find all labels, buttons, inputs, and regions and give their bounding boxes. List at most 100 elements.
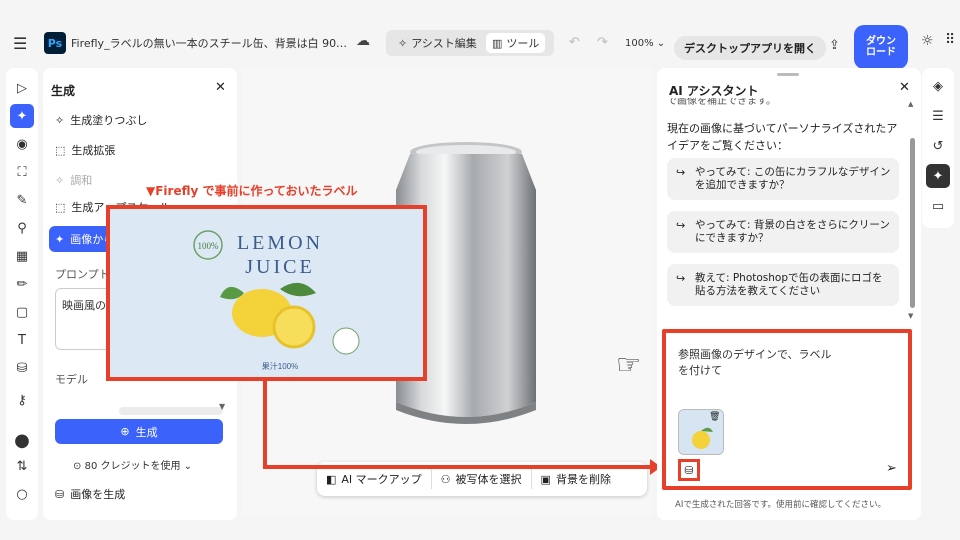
ai-panel-title: AI アシスタント bbox=[669, 84, 759, 98]
menu-icon[interactable]: ☰ bbox=[13, 34, 27, 53]
eyedropper-tool-icon[interactable]: ⚷ bbox=[10, 388, 34, 412]
product-text: JUICE bbox=[245, 256, 314, 278]
annotation-arrow bbox=[263, 381, 267, 469]
generate-button-label: 生成 bbox=[135, 425, 158, 439]
prompt-label: プロンプト bbox=[55, 268, 110, 281]
lemon-juice-label-art: 100% LEMON JUICE 果汁100% bbox=[110, 209, 423, 377]
generative-fill-icon: ✧ bbox=[55, 113, 65, 127]
ai-markup-icon: ◧ bbox=[326, 472, 337, 486]
harmonize-label: 調和 bbox=[70, 174, 93, 187]
swap-colors-icon[interactable]: ⇅ bbox=[10, 454, 34, 478]
generate-image-icon: ⛁ bbox=[55, 487, 65, 501]
foreground-color-icon[interactable]: ● bbox=[10, 428, 34, 452]
model-select[interactable] bbox=[119, 407, 223, 415]
drag-handle[interactable] bbox=[777, 73, 799, 76]
undo-icon[interactable]: ↶ bbox=[569, 35, 580, 50]
close-icon[interactable]: ✕ bbox=[899, 80, 910, 95]
send-icon[interactable]: ➢ bbox=[886, 461, 897, 476]
harmonize-icon: ✧ bbox=[55, 173, 65, 187]
photoshop-logo[interactable]: Ps bbox=[44, 32, 66, 54]
share-icon[interactable]: ⇪ bbox=[829, 38, 840, 53]
scroll-down-icon[interactable]: ▼ bbox=[219, 402, 225, 411]
ai-assistant-panel: AI アシスタント ✕ で画像を補正できます。 ▲ ▼ 現在の画像に基づいてパー… bbox=[657, 68, 921, 520]
mode-switcher: ✧ アシスト編集 ▥ ツール bbox=[386, 30, 554, 56]
generate-image-item[interactable]: ⛁ 画像を生成 bbox=[55, 486, 125, 502]
badge-text: 100% bbox=[198, 241, 220, 251]
generative-expand-icon: ⬚ bbox=[55, 143, 66, 157]
scroll-down-icon[interactable]: ▼ bbox=[908, 312, 913, 320]
generative-fill-label: 生成塗りつぶし bbox=[70, 114, 148, 127]
trash-icon[interactable]: 🗑 bbox=[709, 412, 720, 422]
history-icon[interactable]: ↺ bbox=[926, 134, 950, 158]
top-bar: ☰ Ps Firefly_ラベルの無い一本のスチール缶、背景は白 90… ☁ ✧… bbox=[0, 0, 960, 69]
generate-button[interactable]: ⊕ 生成 bbox=[55, 419, 223, 444]
ai-assistant-icon[interactable]: ✦ bbox=[926, 164, 950, 188]
zoom-dropdown[interactable]: 100% ⌄ bbox=[625, 38, 665, 49]
pen-tool-icon[interactable]: ✏ bbox=[10, 272, 34, 296]
image-tool-icon[interactable]: ⛁ bbox=[10, 356, 34, 380]
model-label: モデル bbox=[55, 373, 88, 386]
assist-edit-label: アシスト編集 bbox=[411, 37, 477, 50]
suggestion-item[interactable]: ↪ やってみて: この缶にカラフルなデザインを追加できますか？ bbox=[667, 158, 899, 200]
harmonize-item[interactable]: ✧ 調和 bbox=[55, 170, 92, 190]
generate-tool-icon[interactable]: ✦ bbox=[10, 104, 34, 128]
credit-dropdown[interactable]: ⊙ 80 クレジットを使用 ⌄ bbox=[73, 457, 192, 472]
ai-markup-button[interactable]: ◧ AI マークアップ bbox=[317, 467, 431, 491]
shape-tool-icon[interactable]: ▢ bbox=[10, 300, 34, 324]
select-subject-icon: ⚇ bbox=[440, 472, 451, 486]
bulb-icon[interactable]: ☼ bbox=[921, 33, 934, 49]
reply-arrow-icon: ↪ bbox=[676, 219, 686, 232]
suggestion-item[interactable]: ↪ 教えて: Photoshopで缶の表面にロゴを貼る方法を教えてください bbox=[667, 264, 899, 306]
generate-icon: ⊕ bbox=[120, 425, 130, 438]
generative-expand-item[interactable]: ⬚ 生成拡張 bbox=[55, 140, 115, 160]
select-tool-icon[interactable]: ▷ bbox=[10, 76, 34, 100]
crop-tool-icon[interactable]: ⛶ bbox=[10, 160, 34, 184]
ai-disclaimer: AIで生成された回答です。使用前に確認してください。 bbox=[675, 500, 886, 510]
suggestion-item[interactable]: ↪ やってみて: 背景の白さをさらにクリーンにできますか？ bbox=[667, 211, 899, 253]
select-subject-label: 被写体を選択 bbox=[455, 473, 522, 486]
adjustments-icon[interactable]: ☰ bbox=[926, 104, 950, 128]
layers-icon[interactable]: ◈ bbox=[926, 74, 950, 98]
background-color-icon[interactable]: ○ bbox=[10, 482, 34, 506]
grid-tool-icon[interactable]: ▦ bbox=[10, 244, 34, 268]
tools-label: ツール bbox=[506, 37, 540, 50]
label-footer-text: 果汁100% bbox=[262, 361, 298, 371]
generative-fill-item[interactable]: ✧ 生成塗りつぶし bbox=[55, 110, 147, 130]
remove-background-icon: ▣ bbox=[540, 472, 551, 486]
zoom-value: 100% bbox=[625, 38, 654, 49]
comments-icon[interactable]: ▭ bbox=[926, 194, 950, 218]
clone-tool-icon[interactable]: ⚲ bbox=[10, 216, 34, 240]
apps-icon[interactable]: ⠿ bbox=[945, 32, 955, 48]
assist-edit-button[interactable]: ✧ アシスト編集 bbox=[392, 33, 483, 53]
attach-image-icon[interactable]: ⛁ bbox=[678, 459, 700, 481]
brand-text: LEMON bbox=[237, 232, 323, 254]
attached-image-thumbnail[interactable]: 🗑 bbox=[678, 409, 724, 455]
chat-input-box[interactable]: 参照画像のデザインで、ラベルを付けて 🗑 ⛁ ➢ bbox=[662, 329, 912, 490]
redo-icon[interactable]: ↷ bbox=[597, 35, 608, 50]
chat-input[interactable]: 参照画像のデザインで、ラベルを付けて bbox=[678, 347, 838, 379]
annotation-arrow bbox=[263, 465, 653, 469]
text-tool-icon[interactable]: T bbox=[10, 328, 34, 352]
close-icon[interactable]: ✕ bbox=[215, 80, 226, 95]
download-button[interactable]: ダウンロード bbox=[854, 25, 908, 69]
clipped-message: で画像を補正できます。 bbox=[667, 98, 776, 107]
reference-annotation-label: ▼Firefly で事前に作っておいたラベル bbox=[146, 184, 358, 198]
right-rail: ◈ ☰ ↺ ✦ ▭ bbox=[922, 68, 954, 228]
assist-icon: ✧ bbox=[398, 36, 408, 50]
suggestion-text: やってみて: この缶にカラフルなデザインを追加できますか？ bbox=[695, 166, 891, 191]
document-title[interactable]: Firefly_ラベルの無い一本のスチール缶、背景は白 90… bbox=[71, 35, 347, 51]
suggestion-text: やってみて: 背景の白さをさらにクリーンにできますか？ bbox=[695, 219, 890, 244]
cloud-icon[interactable]: ☁ bbox=[356, 33, 370, 49]
select-subject-button[interactable]: ⚇ 被写体を選択 bbox=[432, 467, 531, 491]
brush-tool-icon[interactable]: ✎ bbox=[10, 188, 34, 212]
generate-from-image-icon: ✦ bbox=[55, 232, 65, 246]
adjust-tool-icon[interactable]: ◉ bbox=[10, 132, 34, 156]
scrollbar[interactable] bbox=[910, 138, 915, 308]
scroll-up-icon[interactable]: ▲ bbox=[908, 100, 913, 108]
open-desktop-button[interactable]: デスクトップアプリを開く bbox=[674, 36, 826, 60]
pointing-hand-icon: ☞ bbox=[616, 348, 642, 381]
remove-background-button[interactable]: ▣ 背景を削除 bbox=[532, 467, 620, 491]
assistant-message: 現在の画像に基づいてパーソナライズされたアイデアをご覧ください： bbox=[667, 122, 898, 152]
tools-button[interactable]: ▥ ツール bbox=[486, 33, 546, 53]
generate-image-label: 画像を生成 bbox=[70, 488, 126, 501]
